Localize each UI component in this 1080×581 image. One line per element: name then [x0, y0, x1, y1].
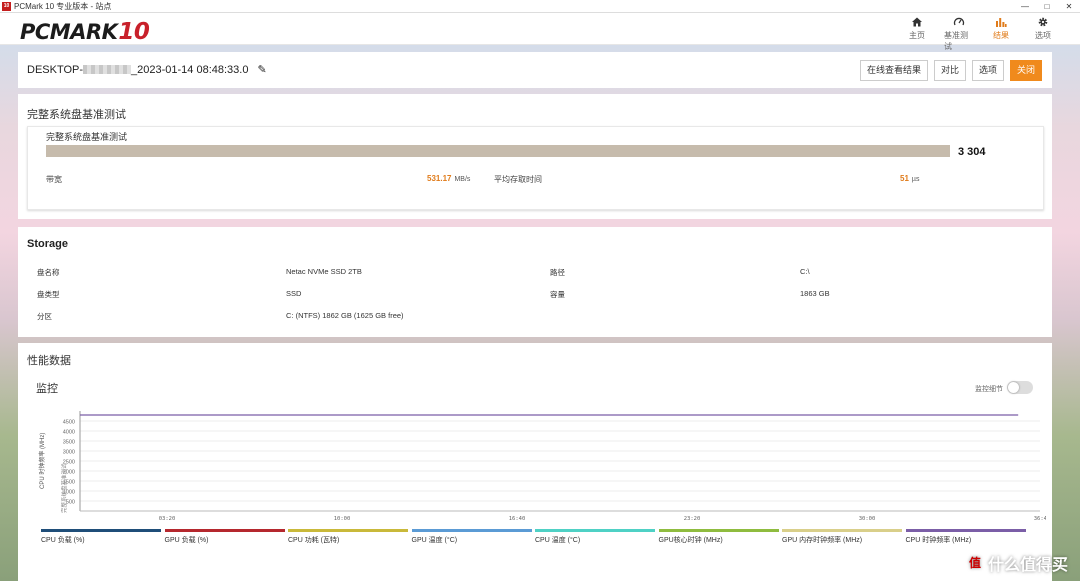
- y-tick-label: 4500: [63, 420, 75, 426]
- capacity-value: 1863 GB: [800, 289, 830, 298]
- monitor-title: 监控: [36, 383, 58, 395]
- y-tick-label: 4000: [63, 430, 75, 436]
- y-tick-label: 3500: [63, 440, 75, 446]
- section-title-storage: Storage: [27, 238, 68, 250]
- window-titlebar: 10 PCMark 10 专业版本 - 站点 — □ ✕: [0, 0, 1080, 13]
- watermark: 值 什么值得买: [965, 551, 1068, 575]
- drive-type-label: 盘类型: [37, 290, 60, 299]
- legend-label: CPU 负载 (%): [41, 537, 85, 544]
- x-tick-label: 10:00: [334, 516, 351, 522]
- gauge-icon: [953, 17, 965, 26]
- x-tick-label: 36:40: [1034, 516, 1046, 522]
- bar-chart-icon: [996, 18, 1007, 27]
- legend-label: GPU核心时钟 (MHz): [658, 537, 723, 544]
- legend-swatch: [535, 529, 655, 532]
- nav-benchmarks[interactable]: 基准测试: [944, 15, 974, 52]
- legend-swatch: [164, 529, 285, 532]
- legend-item[interactable]: GPU核心时钟 (MHz): [658, 529, 783, 545]
- home-icon: [912, 17, 922, 27]
- x-tick-label: 16:40: [509, 516, 526, 522]
- legend-item[interactable]: CPU 温度 (°C): [535, 529, 659, 545]
- latency-label: 平均存取时间: [494, 175, 542, 184]
- compare-button[interactable]: 对比: [933, 60, 966, 81]
- storage-panel: Storage 盘名称 Netac NVMe SSD 2TB 路径 C:\ 盘类…: [18, 227, 1052, 337]
- legend-swatch: [905, 529, 1026, 532]
- window-controls: — □ ✕: [1014, 2, 1080, 11]
- result-actions: 在线查看结果 对比 选项 关闭: [859, 60, 1042, 81]
- legend-label: CPU 功耗 (瓦特): [288, 537, 340, 544]
- drive-name-value: Netac NVMe SSD 2TB: [286, 267, 362, 276]
- legend-item[interactable]: CPU 负载 (%): [41, 529, 165, 545]
- score-card-title: 完整系统盘基准测试: [46, 132, 128, 142]
- app-icon: 10: [2, 1, 11, 11]
- result-title: DESKTOP- _2023-01-14 08:48:33.0 ✎: [27, 63, 267, 76]
- app-header: PCMARK10 主页 基准测试 结果 选项: [0, 13, 1080, 51]
- x-tick-label: 03:20: [159, 516, 176, 522]
- main-nav: 主页 基准测试 结果 选项: [902, 15, 1058, 52]
- view-online-button[interactable]: 在线查看结果: [859, 60, 928, 81]
- score-value: 3 304: [958, 146, 986, 158]
- path-value: C:\: [800, 267, 810, 276]
- x-tick-label: 23:20: [684, 516, 701, 522]
- y-axis-label-secondary: 完整系统盘基准测试: [60, 463, 68, 513]
- window-title: PCMark 10 专业版本 - 站点: [14, 1, 112, 11]
- legend-item[interactable]: GPU 内存时钟频率 (MHz): [782, 529, 906, 545]
- latency-value: 51 µs: [900, 174, 920, 183]
- close-result-button[interactable]: 关闭: [1009, 60, 1042, 81]
- performance-panel: 性能数据 监控 监控细节 500 1000 1500 2000 2500 3000 3500…: [18, 343, 1052, 581]
- legend-item[interactable]: CPU 时钟频率 (MHz): [905, 529, 1030, 545]
- legend-swatch: [288, 529, 408, 532]
- legend-swatch: [782, 529, 902, 532]
- drive-name-label: 盘名称: [37, 268, 60, 277]
- monitor-chart: 5001000150020002500300035004000450003:20…: [38, 411, 1046, 522]
- monitor-details-toggle[interactable]: [1007, 381, 1033, 394]
- drive-type-value: SSD: [286, 289, 302, 298]
- bandwidth-label: 带宽: [46, 175, 62, 184]
- maximize-button[interactable]: □: [1036, 2, 1058, 11]
- legend-item[interactable]: GPU 负载 (%): [164, 529, 289, 545]
- redacted-hostname: [83, 65, 132, 74]
- y-axis-label: CPU 时钟频率 (MHz): [38, 433, 46, 489]
- legend-label: GPU 温度 (°C): [411, 537, 458, 544]
- score-bar: [46, 145, 950, 157]
- legend-swatch: [658, 529, 779, 532]
- bandwidth-value: 531.17 MB/s: [427, 174, 471, 183]
- watermark-logo-icon: 值: [965, 554, 984, 572]
- legend-swatch: [411, 529, 532, 532]
- legend-label: CPU 温度 (°C): [535, 537, 581, 544]
- nav-home[interactable]: 主页: [902, 15, 932, 52]
- partition-value: C: (NTFS) 1862 GB (1625 GB free): [286, 311, 404, 320]
- legend-label: GPU 负载 (%): [164, 537, 209, 544]
- y-tick-label: 3000: [63, 450, 75, 456]
- close-window-button[interactable]: ✕: [1058, 2, 1080, 11]
- capacity-label: 容量: [550, 290, 565, 299]
- chart-legend: CPU 负载 (%) GPU 负载 (%) CPU 功耗 (瓦特) GPU 温度 (°…: [41, 529, 1029, 545]
- path-label: 路径: [550, 268, 565, 277]
- pcmark-logo: PCMARK10: [20, 19, 150, 45]
- x-tick-label: 30:00: [859, 516, 876, 522]
- legend-item[interactable]: CPU 功耗 (瓦特): [288, 529, 412, 545]
- legend-label: GPU 内存时钟频率 (MHz): [782, 537, 863, 544]
- section-title-performance: 性能数据: [27, 355, 71, 367]
- result-header-panel: DESKTOP- _2023-01-14 08:48:33.0 ✎ 在线查看结果 …: [18, 52, 1052, 88]
- legend-label: CPU 时钟频率 (MHz): [905, 537, 972, 544]
- nav-results[interactable]: 结果: [986, 15, 1016, 52]
- legend-item[interactable]: GPU 温度 (°C): [411, 529, 536, 545]
- edit-pencil-icon[interactable]: ✎: [258, 63, 267, 76]
- score-card: 完整系统盘基准测试 3 304 带宽 531.17 MB/s 平均存取时间 51 µ…: [27, 126, 1044, 210]
- monitor-details-label: 监控细节: [975, 386, 1003, 393]
- section-title-test: 完整系统盘基准测试: [27, 109, 126, 121]
- partition-label: 分区: [37, 312, 52, 321]
- gear-icon: [1038, 17, 1048, 27]
- legend-swatch: [41, 529, 161, 532]
- nav-options[interactable]: 选项: [1028, 15, 1058, 52]
- test-result-panel: 完整系统盘基准测试 完整系统盘基准测试 3 304 带宽 531.17 MB/s …: [18, 94, 1052, 219]
- options-button[interactable]: 选项: [971, 60, 1004, 81]
- minimize-button[interactable]: —: [1014, 2, 1036, 11]
